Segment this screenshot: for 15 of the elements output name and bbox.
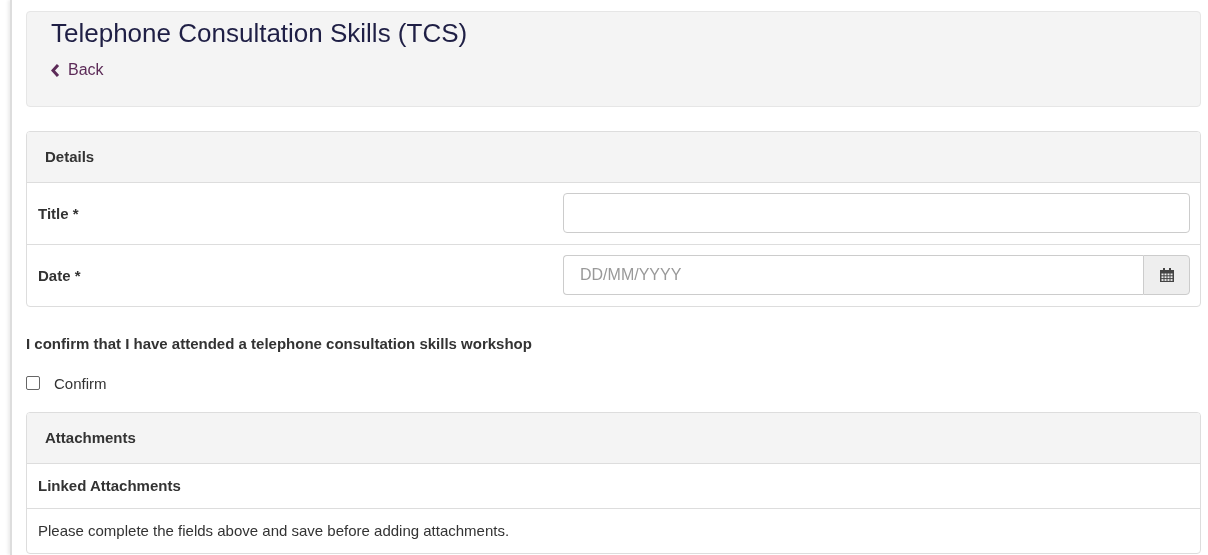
- info-message: Please complete the fields above and save before adding attachments.: [37, 521, 511, 541]
- date-input[interactable]: DD/MM/YYYY: [563, 255, 1143, 295]
- section-subheading: Linked Attachments: [27, 463, 1200, 509]
- title-input[interactable]: [563, 193, 1190, 233]
- field-label: Date *: [38, 266, 82, 284]
- panel-heading: Details: [27, 131, 1200, 183]
- chevron-left-icon: [51, 63, 60, 77]
- calendar-icon: [1159, 268, 1174, 282]
- back-link[interactable]: Back: [51, 61, 104, 79]
- confirmation-statement: I confirm that I have attended a telephone consultation skills workshop: [26, 334, 533, 352]
- field-label: Title *: [38, 204, 80, 222]
- page-title: Telephone Consultation Skills (TCS): [51, 17, 469, 49]
- confirm-checkbox[interactable]: Confirm: [26, 374, 1201, 392]
- calendar-button[interactable]: [1143, 255, 1190, 295]
- panel-heading: Attachments: [27, 412, 1200, 464]
